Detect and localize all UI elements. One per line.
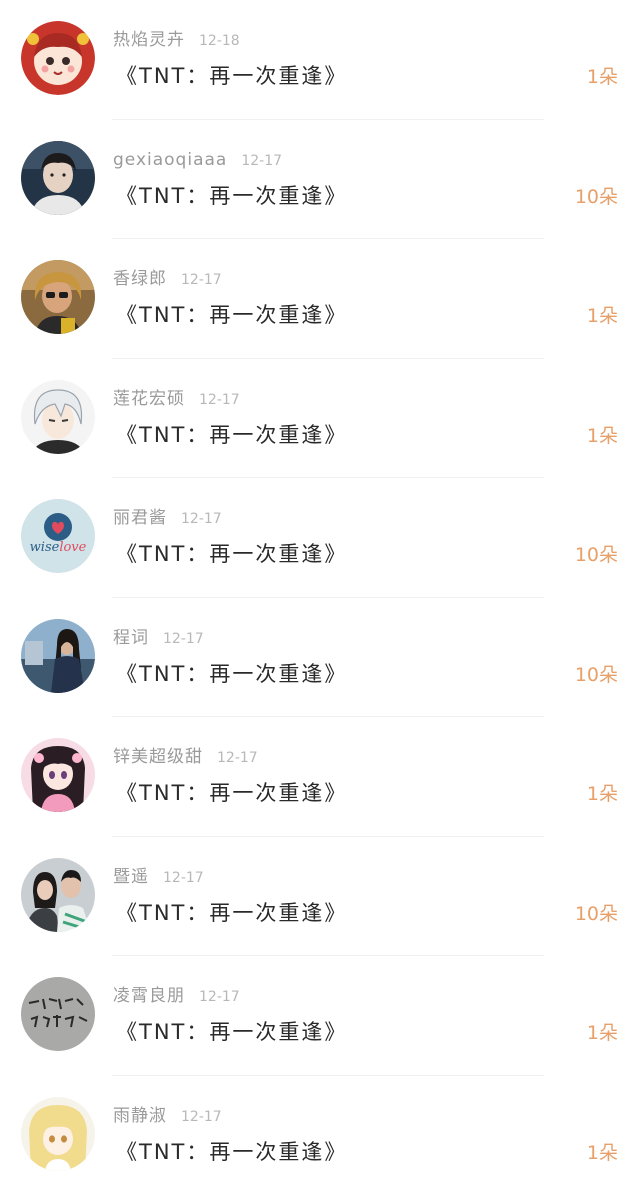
anime-girl-pink-avatar-icon[interactable] bbox=[21, 738, 95, 812]
list-item[interactable]: 热焰灵卉 12-18 《TNT：再一次重逢》 1朵 bbox=[0, 0, 640, 120]
gift-title: 《TNT：再一次重逢》 bbox=[116, 897, 347, 927]
item-meta: 莲花宏硕 12-17 bbox=[113, 387, 240, 411]
item-meta: gexiaoqiaaa 12-17 bbox=[113, 148, 282, 172]
date: 12-17 bbox=[199, 989, 240, 1005]
item-meta: 程词 12-17 bbox=[113, 626, 204, 650]
item-meta: 暨遥 12-17 bbox=[113, 865, 204, 889]
date: 12-17 bbox=[181, 511, 222, 527]
svg-text:wiselove: wiselove bbox=[30, 540, 87, 555]
anime-blonde-girl-avatar-icon[interactable] bbox=[21, 1097, 95, 1171]
gift-title: 《TNT：再一次重逢》 bbox=[116, 658, 347, 688]
gift-title: 《TNT：再一次重逢》 bbox=[116, 1016, 347, 1046]
list-item[interactable]: 凌霄良朋 12-17 《TNT：再一次重逢》 1朵 bbox=[0, 956, 640, 1076]
gift-title: 《TNT：再一次重逢》 bbox=[116, 1136, 347, 1166]
gift-title: 《TNT：再一次重逢》 bbox=[116, 60, 347, 90]
flower-count: 1朵 bbox=[587, 421, 618, 448]
list-item[interactable]: 雨静淑 12-17 《TNT：再一次重逢》 1朵 bbox=[0, 1076, 640, 1195]
username[interactable]: 雨静淑 bbox=[113, 1106, 167, 1126]
wiselove-logo-avatar-icon[interactable]: wiselove bbox=[21, 499, 95, 573]
username[interactable]: gexiaoqiaaa bbox=[113, 150, 227, 170]
item-meta: 凌霄良朋 12-17 bbox=[113, 984, 240, 1008]
list-item[interactable]: gexiaoqiaaa 12-17 《TNT：再一次重逢》 10朵 bbox=[0, 120, 640, 240]
list-item[interactable]: 锌美超级甜 12-17 《TNT：再一次重逢》 1朵 bbox=[0, 717, 640, 837]
flower-count: 1朵 bbox=[587, 1138, 618, 1165]
item-meta: 香绿郎 12-17 bbox=[113, 267, 222, 291]
flower-count: 10朵 bbox=[575, 540, 618, 567]
gift-title: 《TNT：再一次重逢》 bbox=[116, 299, 347, 329]
gift-title: 《TNT：再一次重逢》 bbox=[116, 180, 347, 210]
flower-count: 10朵 bbox=[575, 899, 618, 926]
username[interactable]: 程词 bbox=[113, 628, 149, 648]
list-item[interactable]: 香绿郎 12-17 《TNT：再一次重逢》 1朵 bbox=[0, 239, 640, 359]
couple-photo-avatar-icon[interactable] bbox=[21, 858, 95, 932]
woman-sunglasses-photo-avatar-icon[interactable] bbox=[21, 260, 95, 334]
date: 12-17 bbox=[199, 392, 240, 408]
gift-title: 《TNT：再一次重逢》 bbox=[116, 538, 347, 568]
username[interactable]: 莲花宏硕 bbox=[113, 389, 185, 409]
gift-list: 热焰灵卉 12-18 《TNT：再一次重逢》 1朵 gexiaoqiaaa 12-1… bbox=[0, 0, 640, 1195]
date: 12-17 bbox=[163, 870, 204, 886]
username[interactable]: 丽君酱 bbox=[113, 508, 167, 528]
gift-title: 《TNT：再一次重逢》 bbox=[116, 419, 347, 449]
list-item[interactable]: 莲花宏硕 12-17 《TNT：再一次重逢》 1朵 bbox=[0, 359, 640, 479]
gift-title: 《TNT：再一次重逢》 bbox=[116, 777, 347, 807]
list-item[interactable]: wiselove 丽君酱 12-17 《TNT：再一次重逢》 10朵 bbox=[0, 478, 640, 598]
list-item[interactable]: 程词 12-17 《TNT：再一次重逢》 10朵 bbox=[0, 598, 640, 718]
date: 12-17 bbox=[217, 750, 258, 766]
cartoon-girl-red-hair-avatar-icon[interactable] bbox=[21, 21, 95, 95]
anime-white-hair-boy-avatar-icon[interactable] bbox=[21, 380, 95, 454]
flower-count: 1朵 bbox=[587, 301, 618, 328]
flower-count: 1朵 bbox=[587, 779, 618, 806]
man-long-hair-photo-avatar-icon[interactable] bbox=[21, 619, 95, 693]
date: 12-17 bbox=[163, 631, 204, 647]
date: 12-18 bbox=[199, 33, 240, 49]
young-man-photo-avatar-icon[interactable] bbox=[21, 141, 95, 215]
username[interactable]: 凌霄良朋 bbox=[113, 986, 185, 1006]
flower-count: 10朵 bbox=[575, 182, 618, 209]
item-meta: 热焰灵卉 12-18 bbox=[113, 28, 240, 52]
item-meta: 锌美超级甜 12-17 bbox=[113, 745, 258, 769]
list-item[interactable]: 暨遥 12-17 《TNT：再一次重逢》 10朵 bbox=[0, 837, 640, 957]
username[interactable]: 热焰灵卉 bbox=[113, 30, 185, 50]
flower-count: 1朵 bbox=[587, 1018, 618, 1045]
date: 12-17 bbox=[241, 153, 282, 169]
handwriting-note-avatar-icon[interactable] bbox=[21, 977, 95, 1051]
username[interactable]: 香绿郎 bbox=[113, 269, 167, 289]
item-meta: 雨静淑 12-17 bbox=[113, 1104, 222, 1128]
date: 12-17 bbox=[181, 272, 222, 288]
username[interactable]: 锌美超级甜 bbox=[113, 747, 203, 767]
item-meta: 丽君酱 12-17 bbox=[113, 506, 222, 530]
username[interactable]: 暨遥 bbox=[113, 867, 149, 887]
date: 12-17 bbox=[181, 1109, 222, 1125]
flower-count: 1朵 bbox=[587, 62, 618, 89]
flower-count: 10朵 bbox=[575, 660, 618, 687]
